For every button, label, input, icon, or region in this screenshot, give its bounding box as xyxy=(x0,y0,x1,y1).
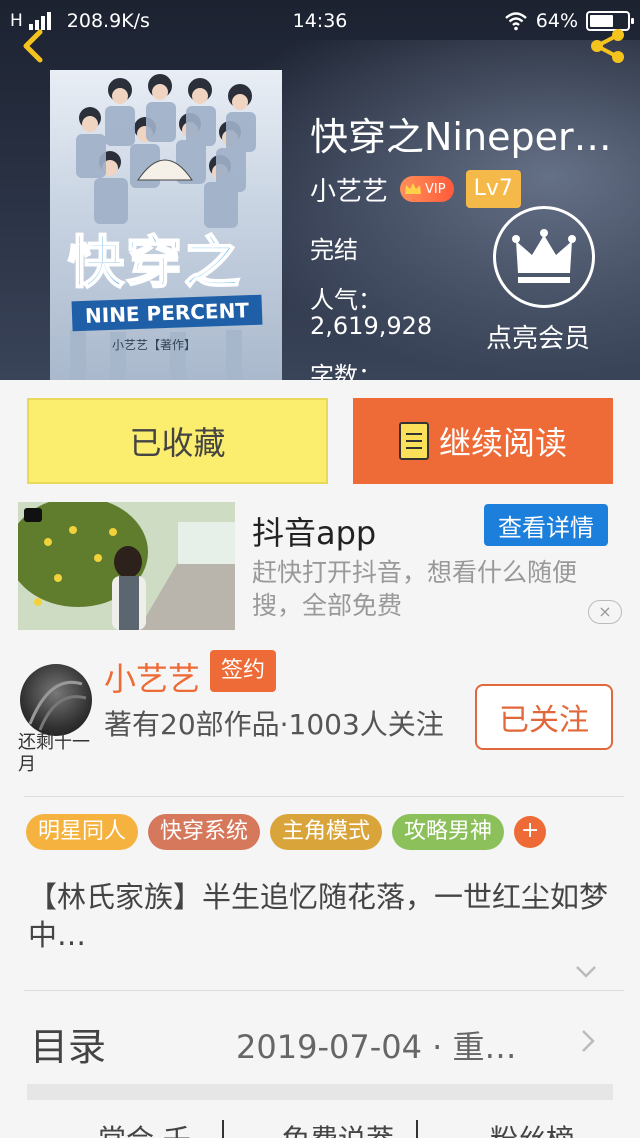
toc-label: 目录 xyxy=(30,1025,107,1069)
add-tag-button[interactable]: + xyxy=(514,816,547,848)
member-button[interactable] xyxy=(493,206,595,308)
bottom-tab[interactable]: 免费说莽 xyxy=(282,1118,394,1138)
crown-icon xyxy=(512,229,576,283)
collected-button[interactable]: 已收藏 xyxy=(27,398,328,484)
bottom-tab[interactable]: 粉丝榜 xyxy=(490,1118,574,1138)
continue-reading-button[interactable]: 继续阅读 xyxy=(353,398,613,484)
ad-photo xyxy=(18,502,235,630)
divider xyxy=(24,796,624,797)
ad-banner[interactable]: 抖音app 查看详情 赶快打开抖音，想看什么随便搜，全部免费 × xyxy=(0,500,640,638)
follow-button[interactable]: 已关注 xyxy=(475,684,613,750)
chevron-right-icon xyxy=(582,1030,595,1052)
author-card: 还剩十一月 小艺艺 签约 著有20部作品·1003人关注 已关注 xyxy=(0,638,640,798)
continue-reading-label: 继续阅读 xyxy=(438,424,567,462)
ad-title: 抖音app xyxy=(252,514,377,552)
author-card-name[interactable]: 小艺艺 xyxy=(104,654,200,700)
member-label[interactable]: 点亮会员 xyxy=(486,318,590,355)
tag-item[interactable]: 主角模式 xyxy=(270,814,383,850)
book-status: 完结 xyxy=(310,236,358,264)
word-count-label: 字数： xyxy=(310,362,382,380)
signed-badge: 签约 xyxy=(210,650,276,692)
book-icon xyxy=(398,422,429,460)
tag-item[interactable]: 快穿系统 xyxy=(148,814,261,850)
vip-label: VIP xyxy=(425,181,446,197)
cover-author: 小艺艺【著作】 xyxy=(112,338,197,352)
author-name[interactable]: 小艺艺 xyxy=(310,171,388,208)
avatar-caption: 还剩十一月 xyxy=(18,732,90,775)
battery-percent: 64% xyxy=(535,10,578,32)
chevron-down-icon[interactable] xyxy=(574,962,598,982)
ad-detail-button[interactable]: 查看详情 xyxy=(484,504,608,546)
share-icon[interactable] xyxy=(588,26,628,66)
section-separator xyxy=(27,1084,613,1100)
status-bar: H 208.9K/s 14:36 64% xyxy=(0,0,640,42)
cover-title: 快穿之 xyxy=(67,230,242,297)
divider xyxy=(24,990,624,991)
bottom-tabs: 常合 壬 免费说莽 粉丝榜 xyxy=(0,1110,640,1138)
tab-separator xyxy=(416,1120,418,1138)
popularity-label: 人气： xyxy=(310,286,382,314)
synopsis[interactable]: 【林氏家族】半生追忆随花落，一世红尘如梦中… xyxy=(28,878,618,954)
close-icon[interactable]: × xyxy=(588,600,622,624)
vip-crown-icon xyxy=(405,183,422,194)
popularity-value: 2,619,928 xyxy=(310,312,433,340)
tag-list: 明星同人 快穿系统 主角模式 攻略男神 + xyxy=(26,814,547,850)
vip-badge: VIP xyxy=(400,176,454,202)
action-bar: 已收藏 继续阅读 xyxy=(0,380,640,500)
book-cover[interactable]: 快穿之 NINE PERCENT 小艺艺【著作】 xyxy=(50,70,282,380)
latest-update: 2019-07-04 · 重… xyxy=(236,1028,517,1066)
book-title: 快穿之Nineper… xyxy=(310,115,612,159)
tag-item[interactable]: 攻略男神 xyxy=(392,814,505,850)
avatar-photo xyxy=(28,681,87,731)
ad-image[interactable] xyxy=(18,502,235,630)
author-card-description: 著有20部作品·1003人关注 xyxy=(104,708,444,741)
tab-separator xyxy=(222,1120,224,1138)
ad-description: 赶快打开抖音，想看什么随便搜，全部免费 xyxy=(252,558,578,620)
table-of-contents-row[interactable]: 目录 2019-07-04 · 重… xyxy=(0,1000,640,1080)
avatar[interactable] xyxy=(20,664,92,736)
bottom-tab[interactable]: 常合 壬 xyxy=(98,1118,191,1138)
author-row: 小艺艺 VIP Lv7 xyxy=(310,170,521,208)
chevron-left-icon[interactable] xyxy=(16,26,50,66)
wifi-icon xyxy=(504,12,527,31)
level-badge: Lv7 xyxy=(465,170,521,208)
book-header: H 208.9K/s 14:36 64% 快穿之 NINE PERCENT 小艺… xyxy=(0,0,640,380)
tag-item[interactable]: 明星同人 xyxy=(26,814,139,850)
